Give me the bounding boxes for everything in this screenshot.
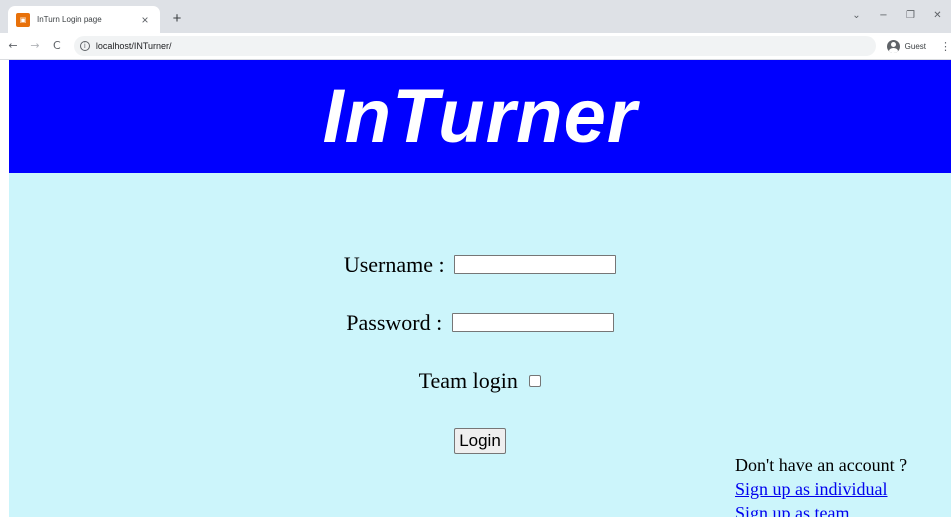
favicon-icon: ▣ bbox=[16, 12, 30, 27]
team-login-label: Team login bbox=[418, 367, 518, 393]
password-row: Password : bbox=[9, 308, 951, 336]
team-login-row: Team login bbox=[9, 366, 951, 394]
profile-icon bbox=[886, 39, 900, 53]
new-tab-button[interactable]: + bbox=[167, 9, 187, 29]
address-bar[interactable]: i localhost/INTurner/ bbox=[73, 36, 876, 56]
browser-toolbar: ← → C i localhost/INTurner/ Guest ⋮ bbox=[0, 33, 951, 60]
tab-title: InTurn Login page bbox=[37, 15, 102, 24]
menu-icon[interactable]: ⋮ bbox=[940, 40, 951, 53]
username-row: Username : bbox=[9, 250, 951, 278]
tab-search-icon[interactable]: ⌄ bbox=[843, 6, 870, 26]
tab-close-icon[interactable]: × bbox=[138, 13, 152, 27]
login-row: Login bbox=[9, 426, 951, 454]
close-window-button[interactable]: ✕ bbox=[924, 6, 951, 26]
password-label: Password : bbox=[346, 309, 443, 335]
header-banner: InTurner bbox=[9, 60, 951, 173]
profile-label: Guest bbox=[904, 41, 927, 51]
site-logo-title: InTurner bbox=[322, 74, 638, 159]
team-login-checkbox[interactable] bbox=[529, 374, 542, 387]
restore-button[interactable]: ❐ bbox=[897, 6, 924, 26]
page-viewport: InTurner Username : Password : Team logi… bbox=[9, 60, 951, 517]
signup-team-link[interactable]: Sign up as team bbox=[735, 501, 945, 517]
reload-icon[interactable]: C bbox=[48, 37, 66, 55]
info-icon[interactable]: i bbox=[79, 41, 90, 51]
password-input[interactable] bbox=[451, 313, 614, 333]
profile-button[interactable]: Guest bbox=[886, 39, 927, 53]
signup-question: Don't have an account ? bbox=[735, 455, 908, 475]
login-button[interactable]: Login bbox=[454, 428, 506, 454]
back-icon[interactable]: ← bbox=[4, 37, 22, 55]
forward-icon[interactable]: → bbox=[26, 37, 44, 55]
url-text[interactable]: localhost/INTurner/ bbox=[96, 41, 172, 51]
minimize-button[interactable]: − bbox=[870, 6, 897, 26]
signup-individual-link[interactable]: Sign up as individual bbox=[735, 477, 945, 501]
browser-tab[interactable]: ▣ InTurn Login page × bbox=[8, 6, 160, 33]
username-label: Username : bbox=[343, 251, 445, 277]
username-input[interactable] bbox=[454, 255, 617, 275]
tab-strip: ▣ InTurn Login page × + ⌄ − ❐ ✕ bbox=[0, 0, 951, 33]
window-controls: ⌄ − ❐ ✕ bbox=[843, 6, 951, 26]
signup-section: Don't have an account ? Sign up as indiv… bbox=[735, 453, 945, 517]
